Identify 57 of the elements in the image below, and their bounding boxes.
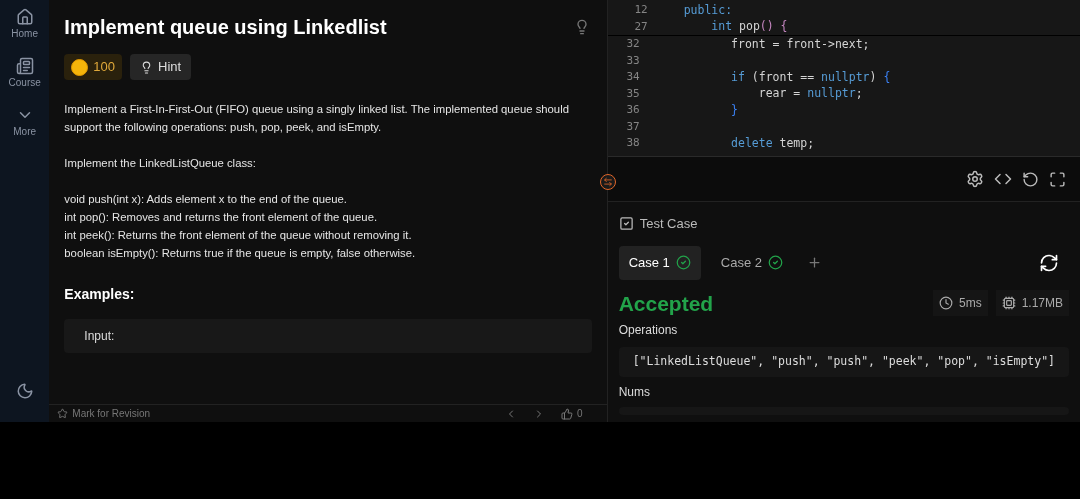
reset-icon[interactable] bbox=[1022, 170, 1039, 188]
code-line: rear = nullptr; bbox=[757, 85, 863, 103]
refresh-icon[interactable] bbox=[1039, 252, 1059, 273]
case-tab[interactable]: Case 2 bbox=[710, 245, 794, 280]
add-icon[interactable] bbox=[807, 255, 823, 270]
examples-heading: Examples: bbox=[64, 285, 136, 304]
sidebar-item[interactable]: More bbox=[13, 106, 37, 139]
operations-field: ["LinkedListQueue", "push", "push", "peek", "pop", "isEmpty"] bbox=[618, 347, 1069, 377]
check-icon bbox=[675, 255, 691, 270]
code-line: front = front->next; bbox=[730, 35, 870, 53]
line-number: 27 bbox=[633, 18, 649, 35]
description-text: Implement a First-In-First-Out (FIFO) queue using a singly linked list. The implemented queue should support the following operations: push, pop, peek, and isEmpty. bbox=[64, 102, 570, 135]
chip-icon bbox=[1001, 296, 1016, 311]
star-icon[interactable] bbox=[57, 408, 69, 419]
description-text: void push(int x): Adds element x to the end of the queue. bbox=[64, 192, 348, 207]
thumbs-up-icon[interactable] bbox=[561, 407, 574, 420]
test-case-icon bbox=[618, 216, 634, 232]
coin-badge: 100 bbox=[64, 54, 123, 80]
line-number: 32 bbox=[625, 36, 641, 52]
case-tab[interactable]: Case 1 bbox=[618, 245, 701, 280]
code-line: delete temp; bbox=[730, 134, 815, 152]
moon-icon[interactable] bbox=[15, 382, 34, 400]
panel-title: Test Case bbox=[639, 215, 698, 233]
problem-title: Implement queue using Linkedlist bbox=[64, 15, 387, 40]
time-chip: 5ms bbox=[932, 290, 988, 317]
code-line: if (front == nullptr) { bbox=[730, 68, 891, 86]
sidebar-item[interactable]: Course bbox=[8, 57, 41, 90]
example-input-label: Input: bbox=[84, 328, 115, 345]
mark-for-revision-link[interactable]: Mark for Revision bbox=[72, 406, 151, 421]
check-icon bbox=[768, 255, 784, 270]
line-number: 34 bbox=[625, 69, 641, 85]
line-number: 38 bbox=[625, 135, 641, 151]
settings-icon[interactable] bbox=[966, 170, 984, 188]
description-text: boolean isEmpty(): Returns true if the queue is empty, false otherwise. bbox=[64, 246, 417, 261]
nums-label: Nums bbox=[618, 384, 651, 401]
description-text: int pop(): Removes and returns the front element of the queue. bbox=[64, 210, 379, 225]
book-icon bbox=[15, 57, 34, 75]
description-text: Implement the LinkedListQueue class: bbox=[64, 156, 257, 171]
code-line: public: bbox=[683, 1, 733, 19]
line-number: 35 bbox=[625, 85, 641, 102]
coin-icon bbox=[71, 58, 89, 76]
status-text: Accepted bbox=[618, 290, 714, 317]
sidebar-item[interactable]: Home bbox=[11, 8, 38, 41]
clock-icon bbox=[938, 296, 953, 311]
memory-chip: 1.17MB bbox=[995, 290, 1069, 317]
hint-button[interactable]: Hint bbox=[130, 54, 192, 80]
line-number: 33 bbox=[625, 52, 641, 69]
home-icon bbox=[15, 8, 34, 26]
line-number: 12 bbox=[633, 2, 649, 18]
description-text: int peek(): Returns the front element of the queue without removing it. bbox=[64, 228, 413, 243]
like-count: 0 bbox=[577, 407, 583, 421]
fullscreen-icon[interactable] bbox=[1049, 170, 1066, 188]
code-line: } bbox=[730, 101, 738, 119]
line-number: 37 bbox=[625, 118, 641, 135]
operations-label: Operations bbox=[618, 322, 679, 339]
line-number: 36 bbox=[625, 102, 641, 118]
code-line: int pop() { bbox=[710, 18, 788, 36]
